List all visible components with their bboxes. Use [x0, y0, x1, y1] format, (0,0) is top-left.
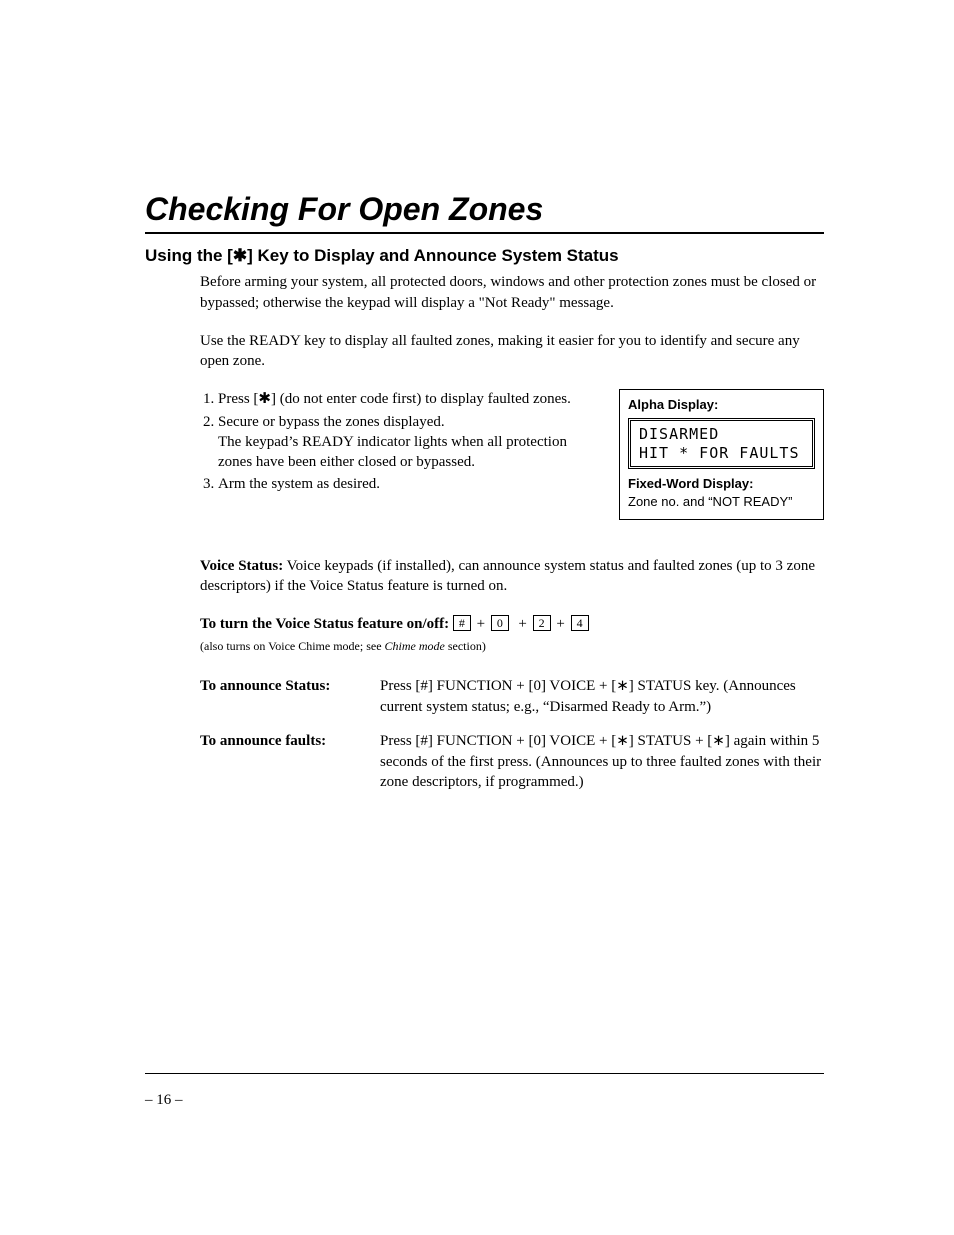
lcd-line-1: DISARMED: [639, 425, 804, 444]
fixed-word-text: Zone no. and “NOT READY”: [628, 494, 793, 509]
section-heading: Using the [✱] Key to Display and Announc…: [145, 246, 824, 266]
plus-icon: +: [515, 616, 527, 632]
step-2-line-b: The keypad’s READY indicator lights when…: [218, 434, 567, 470]
alpha-display-label: Alpha Display:: [628, 396, 815, 414]
spacer: [200, 520, 824, 556]
step-2: Secure or bypass the zones displayed. Th…: [218, 412, 601, 473]
page-number: – 16 –: [145, 1092, 824, 1109]
fixed-word-display: Fixed-Word Display: Zone no. and “NOT RE…: [628, 475, 815, 510]
voice-note-c: section): [445, 639, 486, 653]
steps-column: Press [✱] (do not enter code first) to d…: [200, 389, 601, 496]
voice-status-label: Voice Status:: [200, 558, 283, 574]
voice-note-b: Chime mode: [385, 639, 445, 653]
fixed-word-title: Fixed-Word Display:: [628, 476, 753, 491]
steps-and-display-row: Press [✱] (do not enter code first) to d…: [200, 389, 824, 519]
display-column: Alpha Display: DISARMED HIT * FOR FAULTS…: [619, 389, 824, 519]
plus-icon: +: [556, 616, 564, 632]
keycap-hash: #: [453, 615, 471, 631]
intro-paragraph: Before arming your system, all protected…: [200, 272, 824, 313]
body-content: Before arming your system, all protected…: [200, 272, 824, 792]
ready-paragraph: Use the READY key to display all faulted…: [200, 331, 824, 372]
keycap-2: 2: [533, 615, 551, 631]
footer-rule: [145, 1073, 824, 1074]
lcd-line-2: HIT * FOR FAULTS: [639, 444, 804, 463]
voice-status-text: Voice keypads (if installed), can announ…: [200, 558, 815, 594]
announce-status-text: Press [#] FUNCTION + [0] VOICE + [∗] STA…: [380, 676, 824, 717]
keycap-4: 4: [571, 615, 589, 631]
lcd-screen: DISARMED HIT * FOR FAULTS: [628, 418, 815, 470]
announce-faults-text: Press [#] FUNCTION + [0] VOICE + [∗] STA…: [380, 731, 824, 792]
step-1: Press [✱] (do not enter code first) to d…: [218, 389, 601, 409]
voice-toggle-line: To turn the Voice Status feature on/off:…: [200, 614, 824, 634]
step-2-line-a: Secure or bypass the zones displayed.: [218, 414, 445, 430]
step-3: Arm the system as desired.: [218, 474, 601, 494]
announce-status-label: To announce Status:: [200, 676, 370, 717]
page-footer: – 16 –: [145, 1073, 824, 1109]
announce-status-row: To announce Status: Press [#] FUNCTION +…: [200, 676, 824, 717]
document-page: Checking For Open Zones Using the [✱] Ke…: [0, 0, 954, 1235]
keycap-0: 0: [491, 615, 509, 631]
voice-toggle-note: (also turns on Voice Chime mode; see Chi…: [200, 638, 824, 654]
display-box: Alpha Display: DISARMED HIT * FOR FAULTS…: [619, 389, 824, 519]
voice-status-paragraph: Voice Status: Voice keypads (if installe…: [200, 556, 824, 597]
page-title: Checking For Open Zones: [145, 190, 824, 234]
steps-list: Press [✱] (do not enter code first) to d…: [200, 389, 601, 494]
voice-note-a: (also turns on Voice Chime mode; see: [200, 639, 385, 653]
announce-faults-label: To announce faults:: [200, 731, 370, 792]
plus-icon: +: [477, 616, 485, 632]
announce-faults-row: To announce faults: Press [#] FUNCTION +…: [200, 731, 824, 792]
voice-toggle-label: To turn the Voice Status feature on/off:: [200, 616, 453, 632]
